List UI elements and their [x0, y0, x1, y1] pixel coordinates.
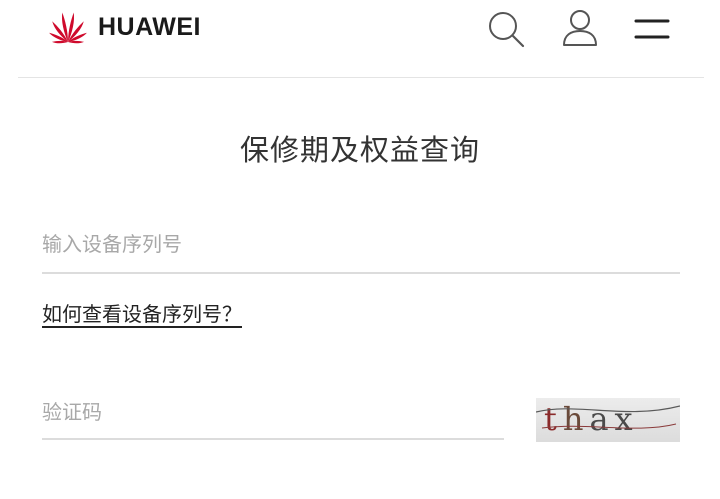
- captcha-input-underline: [42, 438, 504, 440]
- captcha-image[interactable]: thax: [536, 398, 680, 442]
- page-title: 保修期及权益查询: [239, 133, 480, 167]
- serial-number-input[interactable]: [42, 224, 678, 264]
- account-button[interactable]: [560, 9, 600, 49]
- header-divider: [18, 77, 704, 78]
- search-icon: [489, 12, 525, 48]
- captcha-noise-lines: [536, 405, 680, 429]
- site-header: HUAWEI: [0, 0, 720, 78]
- huawei-flower-icon: [49, 12, 87, 44]
- logo-text: HUAWEI: [98, 12, 201, 41]
- huawei-logo[interactable]: HUAWEI: [44, 8, 201, 46]
- menu-button[interactable]: [632, 9, 672, 49]
- how-to-find-serial-link[interactable]: 如何查看设备序列号？: [42, 298, 242, 327]
- captcha-input[interactable]: [42, 392, 502, 432]
- menu-icon: [634, 19, 670, 39]
- serial-input-underline: [42, 272, 680, 274]
- user-icon: [563, 10, 597, 46]
- search-button[interactable]: [486, 9, 526, 49]
